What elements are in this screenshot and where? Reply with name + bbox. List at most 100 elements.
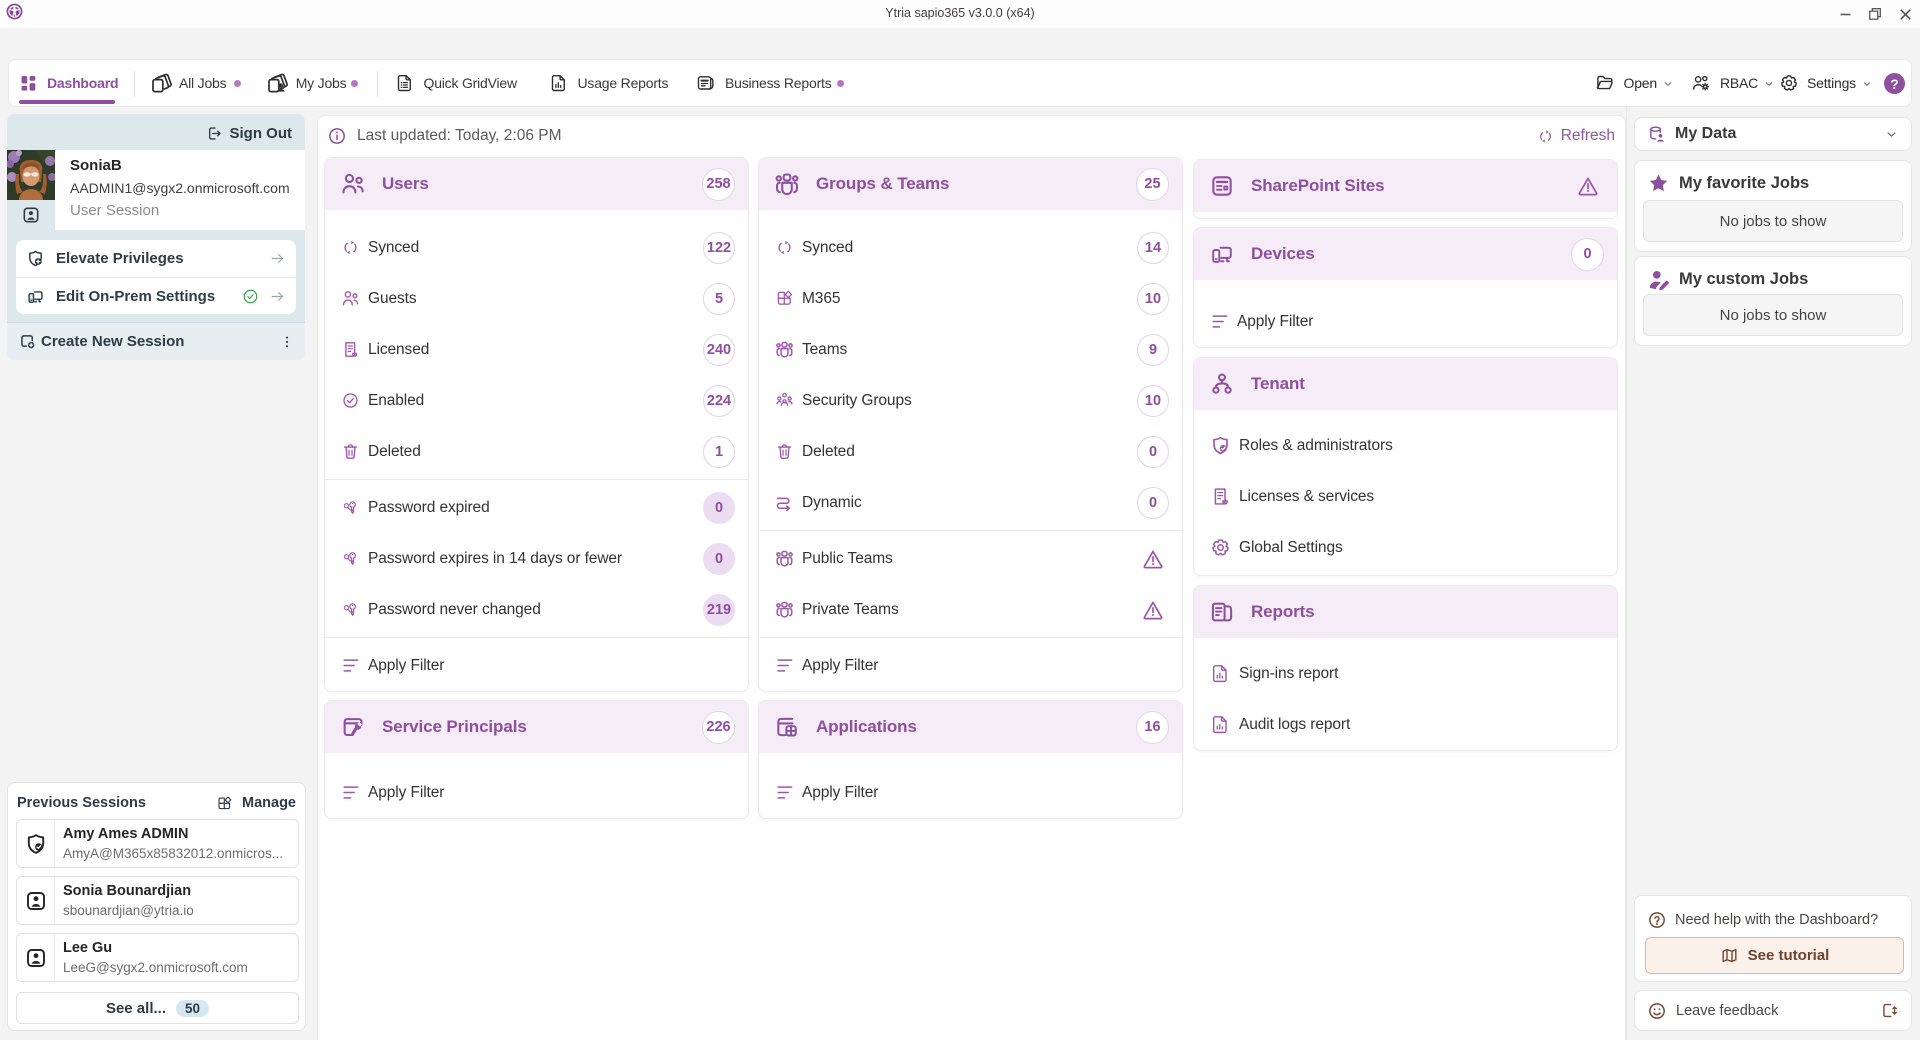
all-jobs-icon: [150, 71, 174, 95]
leave-feedback-card[interactable]: Leave feedback: [1634, 990, 1912, 1031]
spacer: [1194, 638, 1617, 648]
tab-usage-reports[interactable]: Usage Reports: [549, 61, 669, 105]
my-data-card[interactable]: My Data: [1634, 117, 1912, 151]
person-square-icon: [24, 946, 48, 970]
my-custom-jobs-title: My custom Jobs: [1679, 270, 1808, 289]
session-list-item[interactable]: Sonia Bounardjiansbounardjian@ytria.io: [16, 876, 299, 925]
close-button[interactable]: [1890, 0, 1920, 28]
card-title: Tenant: [1251, 374, 1604, 394]
tenant-card-header[interactable]: Tenant: [1194, 358, 1617, 410]
groups-teams-card-header[interactable]: Groups & Teams25: [759, 158, 1182, 210]
grid-diamond-icon: [775, 289, 794, 308]
groups-teams-count-badge: 25: [1136, 168, 1169, 201]
users-row-enabled[interactable]: Enabled224: [325, 375, 748, 426]
tab-label: All Jobs: [179, 75, 226, 91]
users-row-guests[interactable]: Guests5: [325, 273, 748, 324]
guests-icon: [341, 289, 360, 308]
my-data-title: My Data: [1675, 125, 1884, 143]
restore-button[interactable]: [1860, 0, 1890, 28]
audit-logs-report-link[interactable]: Audit logs report: [1194, 699, 1617, 750]
settings-menu-button[interactable]: Settings: [1779, 61, 1873, 105]
devices-apply-filter-button[interactable]: Apply Filter: [1194, 296, 1617, 347]
refresh-icon: [1537, 128, 1554, 145]
elevate-privileges-button[interactable]: Elevate Privileges: [16, 240, 296, 277]
users-apply-filter-button[interactable]: Apply Filter: [325, 640, 748, 691]
chevron-down-icon[interactable]: [1884, 127, 1899, 142]
avatar[interactable]: [7, 150, 55, 200]
devices-card-header[interactable]: Devices0: [1194, 228, 1617, 280]
divider-line: [759, 530, 1182, 531]
users-card-header[interactable]: Users258: [325, 158, 748, 210]
shield-check-icon: [24, 832, 48, 856]
rbac-menu-button[interactable]: RBAC: [1691, 61, 1776, 105]
create-session-icon: [18, 332, 37, 351]
notification-dot: [351, 80, 358, 87]
card-body: Apply Filter: [759, 753, 1182, 818]
link-label: Global Settings: [1239, 539, 1343, 557]
groups-teams-row-m365[interactable]: M36510: [759, 273, 1182, 324]
active-tab-underline: [19, 100, 115, 104]
filter-icon: [341, 783, 360, 802]
groups-teams-apply-filter-button[interactable]: Apply Filter: [759, 640, 1182, 691]
tab-label: Dashboard: [47, 75, 118, 91]
jobs-card-header: My favorite Jobs: [1635, 161, 1911, 205]
refresh-button[interactable]: Refresh: [1537, 125, 1615, 147]
service-principals-apply-filter-button[interactable]: Apply Filter: [325, 767, 748, 818]
see-all-label: See all...: [106, 1000, 166, 1017]
tab-my-jobs[interactable]: My Jobs: [266, 61, 347, 105]
groups-teams-row-private-teams[interactable]: Private Teams: [759, 584, 1182, 635]
manage-label: Manage: [242, 795, 296, 811]
users-row-licensed[interactable]: Licensed240: [325, 324, 748, 375]
sharepoint-card: SharePoint Sites: [1193, 159, 1618, 219]
spacer: [325, 753, 748, 767]
stat-label: Security Groups: [802, 392, 1137, 410]
groups-teams-row-dynamic[interactable]: Dynamic0: [759, 477, 1182, 528]
stat-count-badge: 10: [1137, 283, 1169, 315]
people-community-icon: [775, 391, 794, 410]
window-grid-icon: [774, 714, 800, 740]
spacer: [1194, 410, 1617, 420]
create-new-session-button[interactable]: Create New Session: [7, 322, 305, 360]
users-row-synced[interactable]: Synced122: [325, 222, 748, 273]
groups-teams-row-public-teams[interactable]: Public Teams: [759, 533, 1182, 584]
users-row-deleted[interactable]: Deleted1: [325, 426, 748, 477]
applications-apply-filter-button[interactable]: Apply Filter: [759, 767, 1182, 818]
groups-teams-row-security-groups[interactable]: Security Groups10: [759, 375, 1182, 426]
sign-ins-report-link[interactable]: Sign-ins report: [1194, 648, 1617, 699]
minimize-button[interactable]: [1830, 0, 1860, 28]
session-list-item[interactable]: Amy Ames ADMINAmyA@M365x85832012.onmicro…: [16, 819, 299, 868]
global-settings-link[interactable]: Global Settings: [1194, 522, 1617, 573]
sign-out-button[interactable]: Sign Out: [206, 122, 293, 144]
kebab-menu-icon[interactable]: [279, 334, 295, 350]
session-list-item[interactable]: Lee GuLeeG@sygx2.onmicrosoft.com: [16, 933, 299, 982]
manage-sessions-button[interactable]: Manage: [216, 795, 296, 812]
sharepoint-card-header[interactable]: SharePoint Sites: [1194, 160, 1617, 212]
roles-administrators-link[interactable]: Roles & administrators: [1194, 420, 1617, 471]
reports-card-header[interactable]: Reports: [1194, 586, 1617, 638]
tenant-card: Tenant Roles & administrators Licenses &…: [1193, 357, 1618, 576]
users-row-password-expires-in-14-days-or-fewer[interactable]: Password expires in 14 days or fewer0: [325, 533, 748, 584]
spacer: [759, 753, 1182, 767]
groups-teams-row-teams[interactable]: Teams9: [759, 324, 1182, 375]
tab-business-reports[interactable]: Business Reports: [696, 61, 832, 105]
groups-teams-row-deleted[interactable]: Deleted0: [759, 426, 1182, 477]
applications-card-header[interactable]: Applications16: [759, 701, 1182, 753]
rbac-people-gear-icon: [1691, 73, 1711, 93]
dashboard-main-panel: Last updated: Today, 2:06 PM Refresh Use…: [317, 115, 1626, 1040]
open-menu-button[interactable]: Open: [1595, 61, 1674, 105]
help-button[interactable]: ?: [1884, 73, 1905, 94]
groups-teams-row-synced[interactable]: Synced14: [759, 222, 1182, 273]
licenses-services-link[interactable]: Licenses & services: [1194, 471, 1617, 522]
users-row-password-expired[interactable]: Password expired0: [325, 482, 748, 533]
users-row-password-never-changed[interactable]: Password never changed219: [325, 584, 748, 635]
see-all-button[interactable]: See all... 50: [16, 992, 299, 1024]
edit-on-prem-settings-button[interactable]: Edit On-Prem Settings: [16, 277, 296, 314]
tab-dashboard[interactable]: Dashboard: [19, 61, 119, 105]
session-email: sbounardjian@ytria.io: [63, 901, 194, 920]
card-body: Synced14 M36510 Teams9 Security Groups10…: [759, 210, 1182, 691]
see-tutorial-button[interactable]: See tutorial: [1645, 937, 1904, 974]
tab-all-jobs[interactable]: All Jobs: [150, 61, 226, 105]
tab-quick-gridview[interactable]: Quick GridView: [395, 61, 517, 105]
users-icon: [340, 171, 366, 197]
service-principals-card-header[interactable]: Service Principals226: [325, 701, 748, 753]
